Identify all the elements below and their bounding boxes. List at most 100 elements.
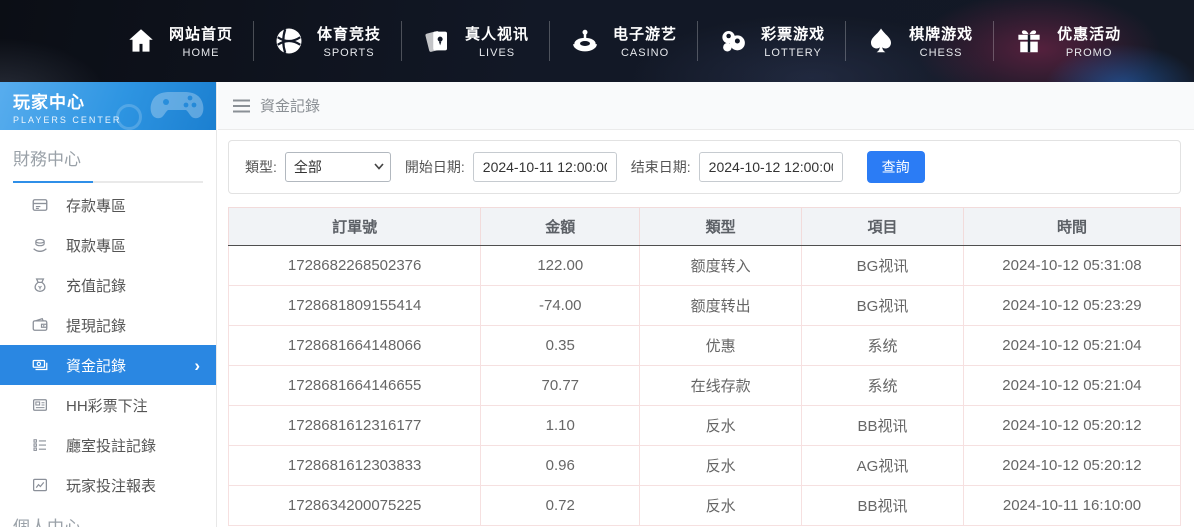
sidebar-item-withdraw-zone[interactable]: 取款專區 bbox=[0, 225, 216, 265]
cell-time: 2024-10-12 05:21:04 bbox=[963, 366, 1180, 406]
search-button[interactable]: 查詢 bbox=[867, 151, 925, 183]
cell-item: 系统 bbox=[802, 326, 964, 366]
sidebar-item-label: HH彩票下注 bbox=[66, 395, 148, 416]
nav-label-en: SPORTS bbox=[324, 47, 375, 59]
cell-type: 反水 bbox=[640, 486, 802, 526]
nav-item-promo[interactable]: 优惠活动 PROMO bbox=[994, 23, 1141, 59]
cell-type: 额度转入 bbox=[640, 246, 802, 286]
col-header-type: 類型 bbox=[640, 208, 802, 246]
sidebar-header: 玩家中心 PLAYERS CENTER bbox=[0, 82, 216, 130]
sidebar-item-player-bet-report[interactable]: 玩家投注報表 bbox=[0, 465, 216, 505]
cell-order-id: 1728681809155414 bbox=[229, 286, 481, 326]
cell-order-id: 1728681664148066 bbox=[229, 326, 481, 366]
home-icon bbox=[126, 26, 156, 56]
nav-item-home[interactable]: 网站首页 HOME bbox=[106, 23, 253, 59]
lottery-bet-icon bbox=[31, 396, 49, 414]
page-title: 資金記錄 bbox=[260, 95, 320, 116]
cell-time: 2024-10-12 05:20:12 bbox=[963, 446, 1180, 486]
sidebar: 玩家中心 PLAYERS CENTER 財務中心 存款專區 取款專區 bbox=[0, 82, 217, 527]
sidebar-item-deposit-zone[interactable]: 存款專區 bbox=[0, 185, 216, 225]
cell-item: AG视讯 bbox=[802, 446, 964, 486]
sidebar-item-hh-lottery-bet[interactable]: HH彩票下注 bbox=[0, 385, 216, 425]
nav-label-en: PROMO bbox=[1066, 47, 1113, 59]
personal-center-section-title: 個人中心 bbox=[13, 513, 203, 527]
table-header-row: 訂單號 金額 類型 項目 時間 bbox=[229, 208, 1181, 246]
funds-table: 訂單號 金額 類型 項目 時間 1728682268502376 122.00 … bbox=[228, 207, 1181, 526]
recharge-record-icon bbox=[31, 276, 49, 294]
sidebar-item-funds-record[interactable]: 資金記錄 › bbox=[0, 345, 216, 385]
table-row: 1728682268502376 122.00 额度转入 BG视讯 2024-1… bbox=[229, 246, 1181, 286]
nav-label-zh: 电子游艺 bbox=[613, 23, 677, 44]
table-row: 1728681809155414 -74.00 额度转出 BG视讯 2024-1… bbox=[229, 286, 1181, 326]
nav-item-casino[interactable]: 电子游艺 CASINO bbox=[550, 23, 697, 59]
nav-item-lottery[interactable]: 彩票游戏 LOTTERY bbox=[698, 23, 845, 59]
cell-order-id: 1728681612303833 bbox=[229, 446, 481, 486]
cell-type: 优惠 bbox=[640, 326, 802, 366]
cell-time: 2024-10-11 16:10:00 bbox=[963, 486, 1180, 526]
cell-order-id: 1728634200075225 bbox=[229, 486, 481, 526]
nav-label-zh: 棋牌游戏 bbox=[909, 23, 973, 44]
table-row: 1728634200075225 0.72 反水 BB视讯 2024-10-11… bbox=[229, 486, 1181, 526]
cell-amount: 122.00 bbox=[481, 246, 640, 286]
deposit-icon bbox=[31, 196, 49, 214]
start-date-label: 開始日期: bbox=[405, 157, 465, 177]
top-nav: 网站首页 HOME 体育竞技 SPORTS 真人视讯 LIVES bbox=[0, 0, 1194, 82]
sidebar-item-label: 充值記錄 bbox=[66, 275, 126, 296]
start-date-input[interactable] bbox=[473, 152, 617, 182]
cell-order-id: 1728681612316177 bbox=[229, 406, 481, 446]
sidebar-item-label: 玩家投注報表 bbox=[66, 475, 156, 496]
nav-label-en: LIVES bbox=[479, 47, 515, 59]
nav-label-en: HOME bbox=[183, 47, 220, 59]
hamburger-menu-icon[interactable] bbox=[233, 99, 250, 113]
cell-amount: 0.96 bbox=[481, 446, 640, 486]
end-date-label: 结束日期: bbox=[631, 157, 691, 177]
finance-center-section-title: 財務中心 bbox=[13, 145, 203, 183]
main-panel: 資金記錄 類型: 全部 開始日期: 结束日期: 查詢 bbox=[218, 82, 1194, 527]
cell-type: 反水 bbox=[640, 406, 802, 446]
cell-time: 2024-10-12 05:20:12 bbox=[963, 406, 1180, 446]
content-area: 類型: 全部 開始日期: 结束日期: 查詢 bbox=[218, 130, 1194, 526]
sidebar-item-label: 取款專區 bbox=[66, 235, 126, 256]
filter-bar: 類型: 全部 開始日期: 结束日期: 查詢 bbox=[228, 140, 1181, 194]
type-select-wrap: 全部 bbox=[285, 152, 391, 182]
nav-item-chess[interactable]: 棋牌游戏 CHESS bbox=[846, 23, 993, 59]
sidebar-item-recharge-record[interactable]: 充值記錄 bbox=[0, 265, 216, 305]
sidebar-item-hall-bet-record[interactable]: 廳室投註記錄 bbox=[0, 425, 216, 465]
playing-cards-icon bbox=[422, 26, 452, 56]
nav-item-sports[interactable]: 体育竞技 SPORTS bbox=[254, 23, 401, 59]
nav-item-lives[interactable]: 真人视讯 LIVES bbox=[402, 23, 549, 59]
funds-table-wrap: 訂單號 金額 類型 項目 時間 1728682268502376 122.00 … bbox=[228, 207, 1181, 526]
chevron-right-icon: › bbox=[194, 357, 200, 374]
type-select[interactable]: 全部 bbox=[285, 152, 391, 182]
sidebar-menu: 存款專區 取款專區 充值記錄 提現記錄 bbox=[0, 185, 216, 505]
cell-amount: -74.00 bbox=[481, 286, 640, 326]
table-row: 1728681664148066 0.35 优惠 系统 2024-10-12 0… bbox=[229, 326, 1181, 366]
cell-amount: 0.72 bbox=[481, 486, 640, 526]
gift-icon bbox=[1014, 26, 1044, 56]
spade-icon bbox=[866, 26, 896, 56]
sidebar-item-label: 資金記錄 bbox=[66, 355, 126, 376]
cell-amount: 1.10 bbox=[481, 406, 640, 446]
nav-label-en: CHESS bbox=[920, 47, 963, 59]
nav-label-zh: 优惠活动 bbox=[1057, 23, 1121, 44]
nav-label-en: LOTTERY bbox=[764, 47, 822, 59]
page-header: 資金記錄 bbox=[218, 82, 1194, 130]
sidebar-item-withdrawal-record[interactable]: 提現記錄 bbox=[0, 305, 216, 345]
col-header-time: 時間 bbox=[963, 208, 1180, 246]
cell-time: 2024-10-12 05:23:29 bbox=[963, 286, 1180, 326]
cell-time: 2024-10-12 05:31:08 bbox=[963, 246, 1180, 286]
table-row: 1728681612316177 1.10 反水 BB视讯 2024-10-12… bbox=[229, 406, 1181, 446]
nav-label-zh: 真人视讯 bbox=[465, 23, 529, 44]
col-header-amount: 金額 bbox=[481, 208, 640, 246]
cell-item: 系统 bbox=[802, 366, 964, 406]
nav-label-zh: 体育竞技 bbox=[317, 23, 381, 44]
cell-amount: 70.77 bbox=[481, 366, 640, 406]
end-date-input[interactable] bbox=[699, 152, 843, 182]
cell-order-id: 1728682268502376 bbox=[229, 246, 481, 286]
col-header-item: 項目 bbox=[802, 208, 964, 246]
cell-type: 额度转出 bbox=[640, 286, 802, 326]
sports-ball-icon bbox=[274, 26, 304, 56]
gamepad-watermark-icon bbox=[146, 84, 208, 128]
cell-time: 2024-10-12 05:21:04 bbox=[963, 326, 1180, 366]
type-label: 類型: bbox=[245, 157, 277, 177]
